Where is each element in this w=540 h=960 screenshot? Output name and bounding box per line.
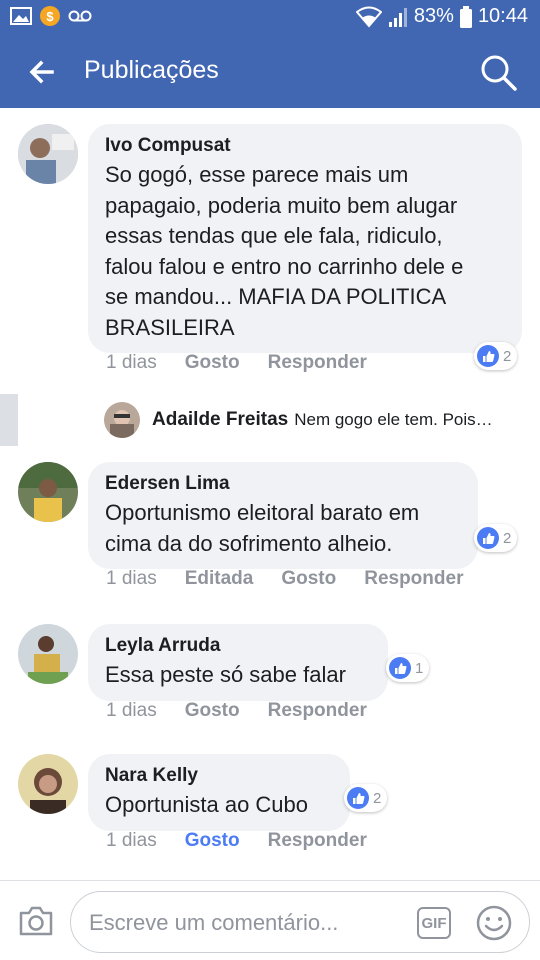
like-count: 2 bbox=[503, 529, 512, 547]
reaction-count[interactable]: 1 bbox=[386, 654, 430, 682]
comment-input[interactable]: Escreve um comentário... GIF bbox=[70, 891, 530, 953]
comment-line: Oportunista ao Cubo bbox=[105, 792, 309, 817]
comment-text: Oportunista ao Cubo bbox=[105, 790, 332, 821]
comment-actions: 1 dias Gosto Responder bbox=[106, 352, 395, 374]
comment-line: falou falou e entro no carrinho dele e bbox=[105, 253, 464, 279]
reply-button[interactable]: Responder bbox=[364, 568, 463, 590]
comment-actions: 1 dias Gosto Responder bbox=[106, 700, 395, 722]
like-icon bbox=[477, 345, 499, 367]
edited-label[interactable]: Editada bbox=[185, 568, 254, 590]
like-icon bbox=[347, 787, 369, 809]
avatar bbox=[104, 402, 140, 438]
app-bar: Publicações bbox=[0, 36, 540, 108]
comment-time: 1 dias bbox=[106, 700, 157, 721]
reaction-count[interactable]: 2 bbox=[474, 342, 518, 370]
comment-actions: 1 dias Gosto Responder bbox=[106, 830, 395, 852]
like-count: 2 bbox=[503, 347, 512, 365]
reply-author[interactable]: Adailde Freitas bbox=[152, 409, 288, 431]
comment-author[interactable]: Edersen Lima bbox=[105, 472, 460, 496]
comment-time: 1 dias bbox=[106, 830, 157, 851]
comment-text: Essa peste só sabe falar bbox=[105, 660, 370, 691]
wifi-icon bbox=[355, 6, 382, 28]
reply-text: Nem gogo ele tem. Pois… bbox=[294, 410, 493, 429]
search-icon[interactable] bbox=[478, 52, 518, 92]
thread-marker bbox=[0, 394, 18, 446]
status-bar: $ 83% 10:44 bbox=[0, 0, 540, 36]
comment-line: cima da do sofrimento alheio. bbox=[105, 530, 393, 556]
battery-percent: 83% bbox=[413, 5, 454, 27]
image-icon bbox=[10, 7, 32, 25]
comment-bubble: Leyla Arruda Essa peste só sabe falar bbox=[88, 624, 388, 701]
reply-preview[interactable]: Adailde Freitas Nem gogo ele tem. Pois… bbox=[104, 400, 540, 440]
signal-icon bbox=[388, 7, 407, 27]
comment-text: So gogó, esse parece mais um papagaio, p… bbox=[105, 160, 504, 343]
comments-list: Ivo Compusat So gogó, esse parece mais u… bbox=[0, 108, 540, 880]
comment-line: Oportunismo eleitoral barato em bbox=[105, 500, 420, 525]
comment-bubble: Edersen Lima Oportunismo eleitoral barat… bbox=[88, 462, 478, 569]
reply-button[interactable]: Responder bbox=[268, 700, 367, 722]
comment-line: BRASILEIRA bbox=[105, 314, 235, 340]
gif-icon[interactable]: GIF bbox=[417, 907, 451, 939]
avatar[interactable] bbox=[18, 462, 78, 522]
avatar[interactable] bbox=[18, 124, 78, 184]
battery-icon bbox=[459, 5, 472, 28]
like-button[interactable]: Gosto bbox=[185, 700, 240, 722]
like-count: 1 bbox=[415, 659, 424, 677]
comment-bubble: Ivo Compusat So gogó, esse parece mais u… bbox=[88, 124, 522, 353]
smiley-icon[interactable] bbox=[475, 904, 513, 942]
like-button[interactable]: Gosto bbox=[185, 352, 240, 374]
camera-icon[interactable] bbox=[18, 905, 54, 937]
like-count: 2 bbox=[373, 789, 382, 807]
comment-input-placeholder: Escreve um comentário... bbox=[89, 910, 339, 935]
status-left: $ bbox=[10, 6, 92, 26]
clock: 10:44 bbox=[477, 5, 528, 27]
comment-author[interactable]: Leyla Arruda bbox=[105, 634, 370, 658]
like-button[interactable]: Gosto bbox=[185, 830, 240, 852]
comment-line: papagaio, poderia muito bem alugar bbox=[105, 192, 458, 218]
comment-line: essas tendas que ele fala, ridiculo, bbox=[105, 223, 443, 248]
status-right: 83% 10:44 bbox=[355, 5, 528, 28]
like-icon bbox=[477, 527, 499, 549]
voicemail-icon bbox=[68, 10, 92, 22]
comment-author[interactable]: Nara Kelly bbox=[105, 764, 332, 788]
comment-line: So gogó, esse parece mais um bbox=[105, 162, 409, 187]
page-title: Publicações bbox=[84, 56, 219, 84]
reply-button[interactable]: Responder bbox=[268, 830, 367, 852]
reaction-count[interactable]: 2 bbox=[344, 784, 388, 812]
comment-line: Essa peste só sabe falar bbox=[105, 662, 346, 687]
comment-time: 1 dias bbox=[106, 568, 157, 589]
comment-bubble: Nara Kelly Oportunista ao Cubo bbox=[88, 754, 350, 831]
avatar[interactable] bbox=[18, 754, 78, 814]
comment-line: se mandou... MAFIA DA POLITICA bbox=[105, 284, 447, 309]
reaction-count[interactable]: 2 bbox=[474, 524, 518, 552]
back-arrow-icon[interactable] bbox=[26, 56, 58, 88]
avatar[interactable] bbox=[18, 624, 78, 684]
reply-button[interactable]: Responder bbox=[268, 352, 367, 374]
like-icon bbox=[389, 657, 411, 679]
comment-actions: 1 dias Editada Gosto Responder bbox=[106, 568, 491, 590]
coin-icon: $ bbox=[40, 6, 60, 26]
comment-author[interactable]: Ivo Compusat bbox=[105, 134, 504, 158]
comment-text: Oportunismo eleitoral barato em cima da … bbox=[105, 498, 460, 559]
comment-composer: Escreve um comentário... GIF bbox=[0, 880, 540, 960]
comment-time: 1 dias bbox=[106, 352, 157, 373]
like-button[interactable]: Gosto bbox=[281, 568, 336, 590]
